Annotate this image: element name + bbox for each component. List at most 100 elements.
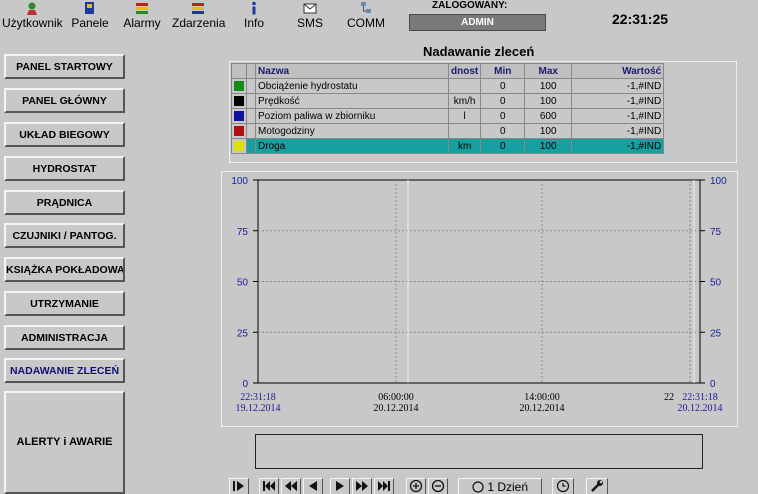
toolbar-user[interactable]: Użytkownik [2, 1, 63, 30]
logged-in-label: ZALOGOWANY: [432, 0, 508, 11]
row-min: 0 [480, 78, 526, 94]
row-value: -1,#IND [571, 123, 665, 139]
header-unit[interactable]: dnost [447, 63, 482, 79]
series-color-swatch [234, 126, 244, 136]
rewind-icon [285, 481, 297, 491]
table-row[interactable]: Obciążenie hydrostatu 0 100 -1,#IND [231, 78, 665, 94]
toolbar-sms-label: SMS [296, 16, 323, 30]
x-tick-time: 22:31:18 [682, 392, 718, 403]
nav-czujniki[interactable]: CZUJNIKI / PANTOG. [4, 223, 125, 248]
toolbar-comm-label: COMM [347, 16, 385, 30]
skip-start-icon [263, 481, 275, 491]
row-unit: km [447, 138, 482, 154]
header-color [231, 63, 247, 79]
events-icon [192, 3, 204, 14]
header-value[interactable]: Wartość [571, 63, 665, 79]
row-min: 0 [480, 138, 526, 154]
toolbar-alarms-label: Alarmy [123, 16, 161, 30]
nav-ksiazka-pokladowa[interactable]: KSIĄŻKA POKŁADOWA [4, 257, 125, 282]
trend-chart: 0 0 25 25 50 50 75 75 100 100 22:31:18 19.12.2014 06… [221, 171, 738, 427]
clock-outline-icon [472, 481, 484, 493]
row-max: 100 [524, 138, 573, 154]
header-marker [246, 63, 256, 79]
y-tick-label-right: 25 [710, 328, 722, 339]
step-forward-icon [336, 481, 344, 491]
period-selector[interactable]: 1 Dzień [458, 478, 542, 494]
y-tick-label-right: 0 [710, 379, 716, 390]
row-name: Motogodziny [255, 123, 449, 139]
row-marker [246, 108, 256, 124]
toolbar-sms[interactable]: SMS [295, 1, 325, 30]
network-icon [361, 2, 371, 13]
trend-chart-svg: 0 025 2550 5075 75100 10022:31:1819.12.201406… [231, 176, 727, 414]
row-min: 0 [480, 93, 526, 109]
zoom-out-button[interactable] [428, 478, 448, 494]
toolbar-info[interactable]: Info [239, 1, 269, 30]
toolbar-comm[interactable]: COMM [346, 1, 386, 30]
y-tick-label-left: 50 [237, 278, 249, 289]
row-marker [246, 123, 256, 139]
table-row[interactable]: Motogodziny 0 100 -1,#IND [231, 123, 665, 139]
toolbar-panels[interactable]: Panele [70, 1, 110, 30]
nav-hydrostat[interactable]: HYDROSTAT [4, 156, 125, 181]
table-row[interactable]: Prędkość km/h 0 100 -1,#IND [231, 93, 665, 109]
row-color-swatch [231, 93, 247, 109]
signals-table-panel: Nazwa dnost Min Max Wartość Obciążenie h… [229, 61, 737, 163]
x-tick-partial: 22 [664, 392, 674, 403]
current-user-field: ADMIN [409, 14, 546, 31]
zoom-in-button[interactable] [406, 478, 426, 494]
header-min[interactable]: Min [480, 63, 526, 79]
toolbar-events[interactable]: Zdarzenia [172, 1, 225, 30]
first-button[interactable] [259, 478, 279, 494]
row-marker [246, 138, 256, 154]
table-header-row: Nazwa dnost Min Max Wartość [231, 63, 665, 79]
x-tick-time: 14:00:00 [524, 392, 560, 403]
nav-panel-startowy[interactable]: PANEL STARTOWY [4, 54, 125, 79]
fast-forward-icon [356, 481, 368, 491]
play-button[interactable] [229, 478, 249, 494]
nav-uklad-biegowy[interactable]: UKŁAD BIEGOWY [4, 122, 125, 147]
row-min: 0 [480, 108, 526, 124]
nav-administracja[interactable]: ADMINISTRACJA [4, 325, 125, 350]
y-tick-label-left: 0 [242, 379, 248, 390]
step-forward-button[interactable] [330, 478, 350, 494]
nav-panel-glowny[interactable]: PANEL GŁÓWNY [4, 88, 125, 113]
x-tick-time: 06:00:00 [378, 392, 414, 403]
row-color-swatch [231, 138, 247, 154]
row-value: -1,#IND [571, 138, 665, 154]
table-row[interactable]: Poziom paliwa w zbiorniku l 0 600 -1,#IND [231, 108, 665, 124]
y-tick-label-right: 50 [710, 278, 722, 289]
toolbar-alarms[interactable]: Alarmy [122, 1, 162, 30]
y-tick-label-left: 75 [237, 227, 249, 238]
row-max: 100 [524, 123, 573, 139]
wrench-icon [591, 480, 603, 492]
row-color-swatch [231, 108, 247, 124]
envelope-icon [303, 3, 317, 14]
clock: 22:31:25 [612, 11, 669, 27]
header-max[interactable]: Max [524, 63, 573, 79]
step-back-button[interactable] [303, 478, 323, 494]
y-tick-label-right: 75 [710, 227, 722, 238]
user-icon [27, 2, 37, 15]
row-unit: l [447, 108, 482, 124]
row-name: Prędkość [255, 93, 449, 109]
time-button[interactable] [552, 478, 574, 494]
row-name: Droga [255, 138, 449, 154]
zoom-in-icon [409, 479, 423, 493]
settings-button[interactable] [586, 478, 608, 494]
row-unit [447, 123, 482, 139]
rewind-button[interactable] [281, 478, 301, 494]
nav-nadawanie-zlecen[interactable]: NADAWANIE ZLECEŃ [4, 358, 125, 383]
x-tick-date: 19.12.2014 [236, 403, 281, 414]
header-name[interactable]: Nazwa [255, 63, 449, 79]
fast-forward-button[interactable] [352, 478, 372, 494]
alerts-button[interactable]: ALERTY i AWARIE [4, 391, 125, 494]
last-button[interactable] [374, 478, 394, 494]
row-unit [447, 78, 482, 94]
row-marker [246, 93, 256, 109]
nav-pradnica[interactable]: PRĄDNICA [4, 190, 125, 215]
y-tick-label-left: 25 [237, 328, 249, 339]
table-row[interactable]: Droga km 0 100 -1,#IND [231, 138, 665, 154]
series-color-swatch [234, 81, 244, 91]
nav-utrzymanie[interactable]: UTRZYMANIE [4, 291, 125, 316]
